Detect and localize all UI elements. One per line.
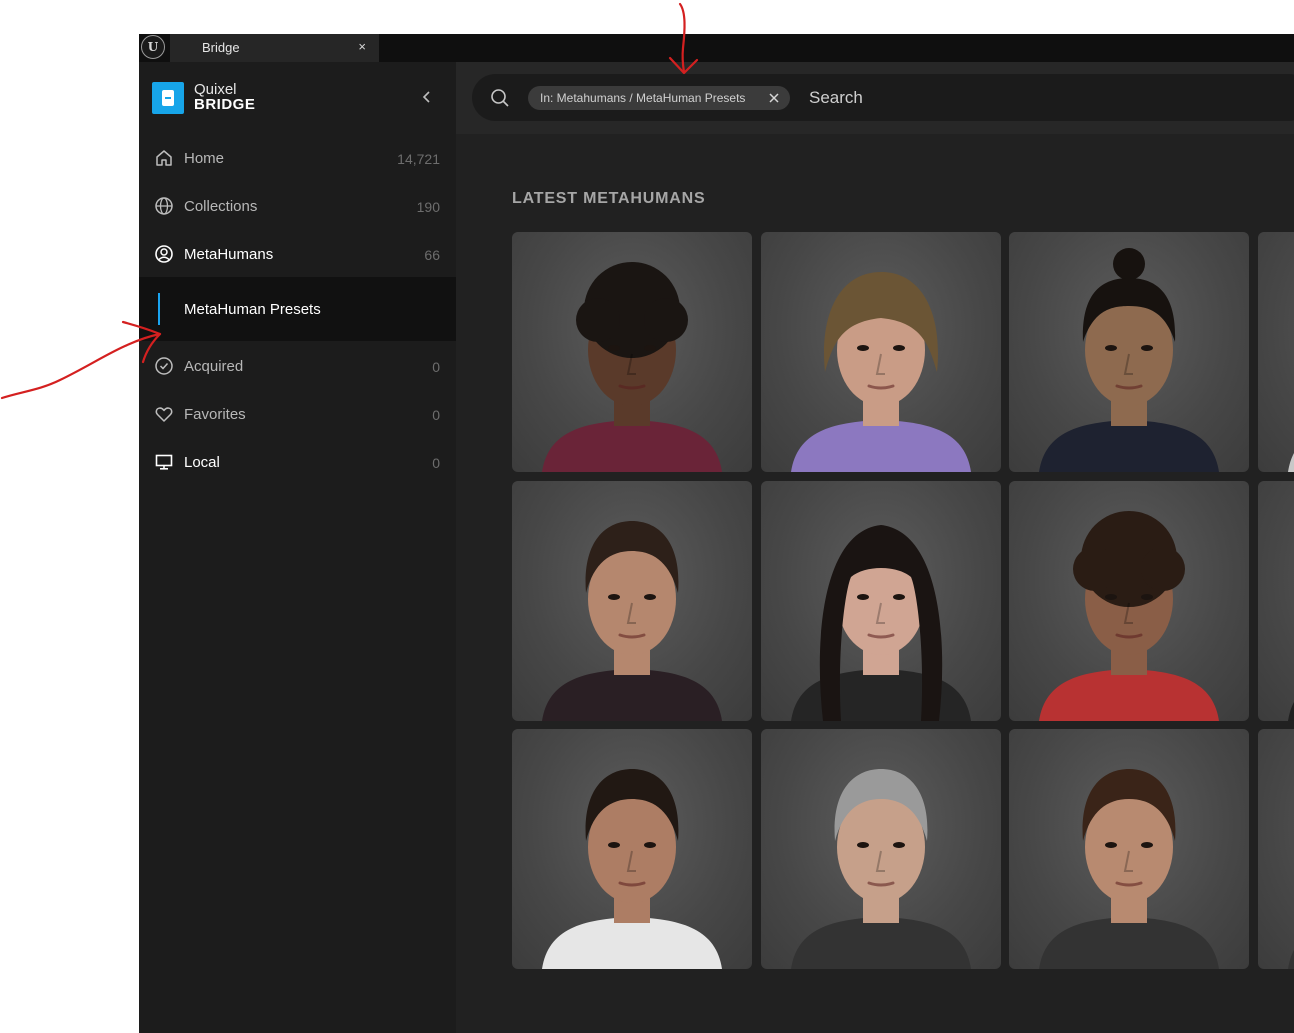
metahuman-portrait-image <box>542 769 722 969</box>
metahuman-portrait-image <box>1039 769 1219 969</box>
sidebar-item-count: 190 <box>416 199 440 215</box>
sidebar-item-label: Local <box>184 454 220 471</box>
metahuman-preset-card[interactable] <box>760 232 1001 472</box>
search-icon[interactable] <box>490 88 510 108</box>
metahuman-preset-card[interactable] <box>1257 232 1294 472</box>
metahuman-portrait-image <box>542 262 722 472</box>
sidebar-item-collections[interactable]: Collections 190 <box>139 182 456 230</box>
tab-bridge[interactable]: Bridge × <box>170 34 379 62</box>
metahuman-preset-card[interactable] <box>512 480 752 721</box>
sidebar-item-favorites[interactable]: Favorites 0 <box>139 390 456 438</box>
sidebar: Quixel BRIDGE Home 14,721 Collections 19… <box>139 62 456 1033</box>
tab-title: Bridge <box>202 40 240 55</box>
metahuman-portrait-image <box>1287 700 1294 721</box>
close-icon[interactable] <box>768 92 780 104</box>
sidebar-item-label: MetaHumans <box>184 246 274 263</box>
metahuman-preset-card[interactable] <box>1257 480 1294 721</box>
metahuman-preset-card[interactable] <box>760 729 1001 969</box>
metahuman-preset-card[interactable] <box>1257 729 1294 969</box>
sidebar-item-count: 14,721 <box>397 151 440 167</box>
user-circle-icon <box>155 245 173 263</box>
sidebar-item-label: Favorites <box>184 406 246 423</box>
metahuman-preset-card[interactable] <box>512 232 752 472</box>
heart-icon <box>155 407 173 422</box>
sidebar-item-label: Home <box>184 150 225 167</box>
filter-chip-label: In: Metahumans / MetaHuman Presets <box>540 91 746 105</box>
filter-chip[interactable]: In: Metahumans / MetaHuman Presets <box>528 86 790 110</box>
brand-line-2: BRIDGE <box>194 96 256 113</box>
tab-close-button[interactable]: × <box>358 39 366 54</box>
unreal-engine-logo-icon: U <box>141 35 165 59</box>
sidebar-item-label: MetaHuman Presets <box>184 301 321 318</box>
metahuman-portrait-image <box>1039 510 1219 721</box>
sidebar-item-count: 66 <box>424 247 440 263</box>
metahuman-preset-card[interactable] <box>1009 729 1249 969</box>
metahuman-portrait-image <box>1287 452 1294 472</box>
sidebar-item-count: 0 <box>432 359 440 375</box>
metahuman-portrait-image <box>790 524 971 721</box>
metahuman-portrait-image <box>1287 949 1294 969</box>
sidebar-item-count: 0 <box>432 407 440 423</box>
metahuman-portrait-image <box>790 769 971 969</box>
collapse-sidebar-chevron-left-icon[interactable] <box>418 88 436 106</box>
sidebar-item-count: 0 <box>432 455 440 471</box>
metahuman-portrait-image <box>1039 248 1219 472</box>
active-indicator <box>158 293 160 325</box>
metahuman-preset-card[interactable] <box>1009 480 1249 721</box>
sidebar-item-acquired[interactable]: Acquired 0 <box>139 342 456 390</box>
search-toolbar: In: Metahumans / MetaHuman Presets <box>456 62 1294 134</box>
main-content: In: Metahumans / MetaHuman Presets LATES… <box>456 62 1294 1033</box>
sidebar-item-metahumans[interactable]: MetaHumans 66 <box>139 230 456 278</box>
metahuman-preset-card[interactable] <box>760 480 1001 721</box>
search-input[interactable] <box>807 84 1251 112</box>
sidebar-item-metahuman-presets[interactable]: MetaHuman Presets <box>139 277 456 341</box>
sidebar-item-local[interactable]: Local 0 <box>139 438 456 486</box>
sidebar-item-home[interactable]: Home 14,721 <box>139 134 456 182</box>
window-titlebar: U Bridge × <box>139 34 1294 62</box>
home-icon <box>156 150 172 166</box>
metahuman-preset-card[interactable] <box>1009 232 1249 472</box>
sidebar-item-label: Collections <box>184 198 258 215</box>
monitor-icon <box>155 454 173 470</box>
search-bar[interactable]: In: Metahumans / MetaHuman Presets <box>472 74 1294 121</box>
metahuman-portrait-image <box>790 272 971 472</box>
metahuman-preset-card[interactable] <box>512 729 752 969</box>
check-circle-icon <box>155 357 173 375</box>
globe-icon <box>155 197 173 215</box>
metahuman-portrait-image <box>542 520 722 721</box>
bridge-logo-icon <box>152 82 184 114</box>
section-title: LATEST METAHUMANS <box>512 190 706 207</box>
sidebar-item-label: Acquired <box>184 358 244 375</box>
